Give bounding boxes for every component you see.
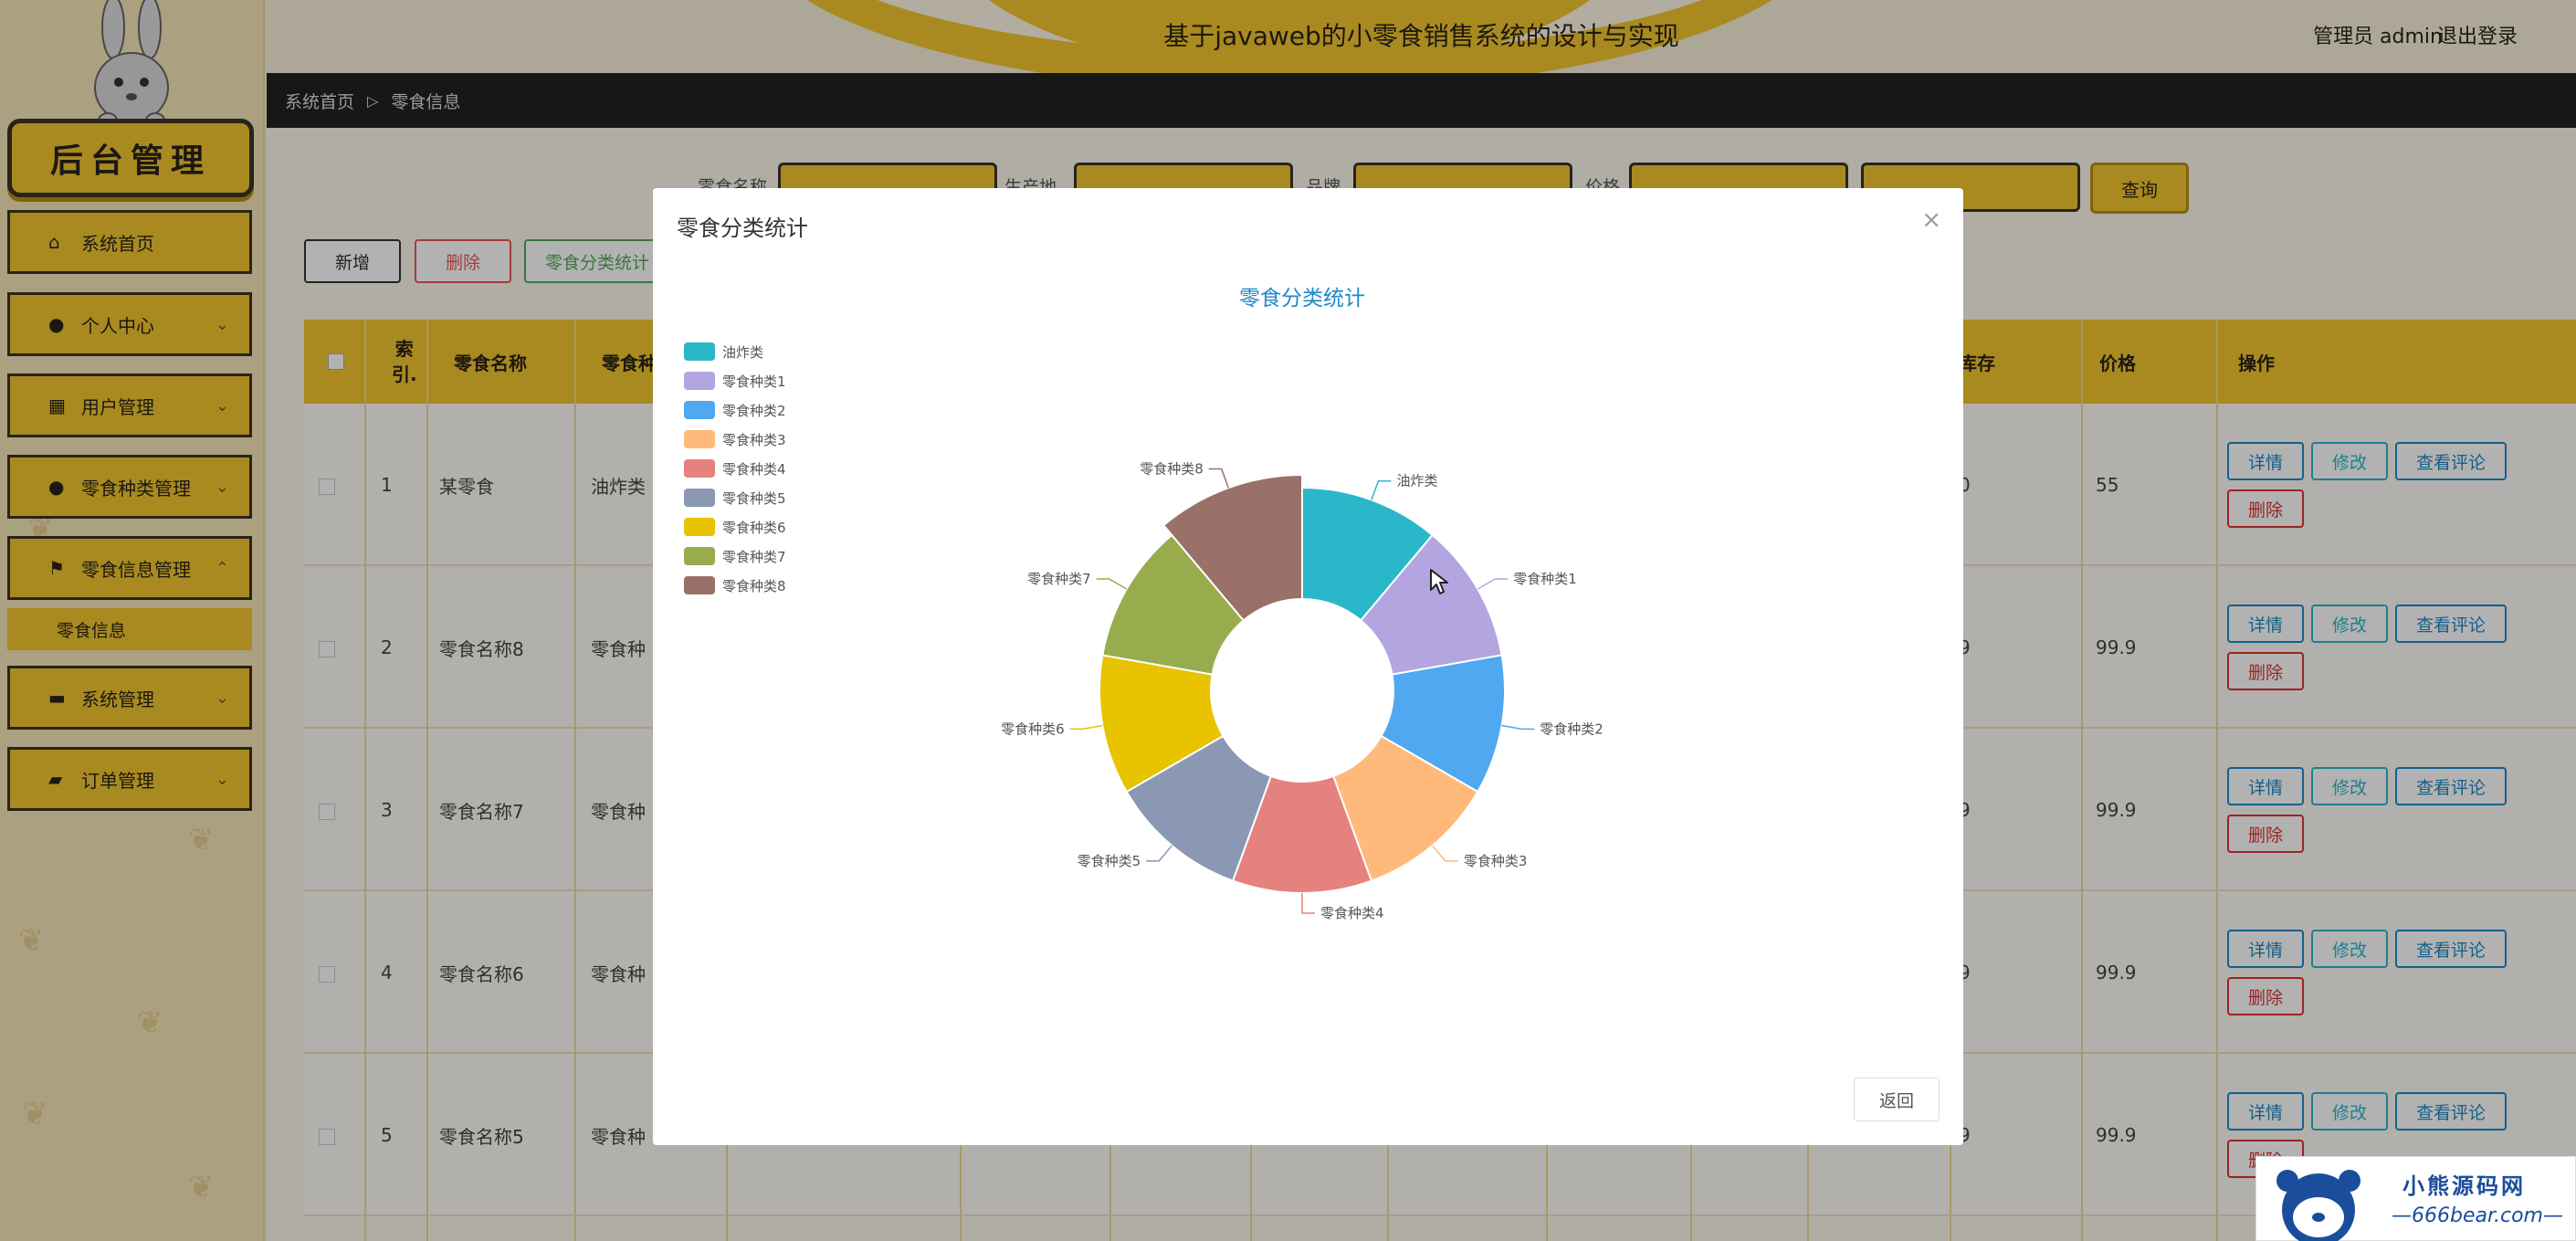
legend-label[interactable]: 零食种类7 bbox=[722, 549, 786, 565]
legend-swatch[interactable] bbox=[684, 576, 715, 594]
legend-swatch[interactable] bbox=[684, 489, 715, 507]
label-leader-line bbox=[1208, 468, 1229, 489]
chart-slices bbox=[1099, 473, 1506, 894]
chart-legend: 油炸类零食种类1 零食种类2 零食种类3 零食种类4 零食种类5 零食种类6 零食种类7 零食… bbox=[684, 342, 786, 594]
watermark-url: —666bear.com— bbox=[2392, 1204, 2563, 1227]
legend-swatch[interactable] bbox=[684, 372, 715, 390]
close-icon[interactable]: × bbox=[1921, 206, 1941, 234]
slice-label: 零食种类8 bbox=[1140, 461, 1204, 478]
slice-label: 零食种类7 bbox=[1027, 571, 1091, 587]
watermark: 小熊源码网 —666bear.com— bbox=[2255, 1156, 2576, 1241]
legend-label[interactable]: 零食种类8 bbox=[722, 578, 786, 594]
legend-label[interactable]: 油炸类 bbox=[722, 344, 763, 361]
label-leader-line bbox=[1501, 724, 1535, 731]
chart-title: 零食分类统计 bbox=[1239, 287, 1365, 310]
watermark-title: 小熊源码网 bbox=[2403, 1173, 2526, 1199]
legend-label[interactable]: 零食种类5 bbox=[722, 490, 786, 507]
return-button[interactable]: 返回 bbox=[1854, 1078, 1940, 1121]
label-leader-line bbox=[1301, 893, 1315, 914]
stats-dialog: 零食分类统计 × 零食分类统计 油炸类 零食种类1 零食种类2 零食种类3 零食种类4 零… bbox=[653, 188, 1963, 1145]
slice-label: 零食种类6 bbox=[1001, 720, 1065, 737]
slice-label: 零食种类2 bbox=[1540, 720, 1603, 737]
mouse-cursor-icon bbox=[1430, 569, 1448, 594]
label-leader-line bbox=[1477, 578, 1509, 590]
pie-chart: 零食分类统计 油炸类零食种类1零食种类2零食种类3零食种类4零食种类5零食种类6… bbox=[684, 287, 1603, 921]
legend-swatch[interactable] bbox=[684, 342, 715, 361]
slice-label: 零食种类5 bbox=[1078, 853, 1141, 869]
label-leader-line bbox=[1146, 845, 1172, 862]
slice-label: 零食种类4 bbox=[1320, 905, 1384, 921]
slice-label: 零食种类3 bbox=[1464, 853, 1528, 869]
legend-label[interactable]: 零食种类3 bbox=[722, 432, 786, 448]
legend-swatch[interactable] bbox=[684, 547, 715, 565]
label-leader-line bbox=[1096, 578, 1128, 590]
legend-label[interactable]: 零食种类4 bbox=[722, 461, 786, 478]
slice-label: 零食种类1 bbox=[1513, 571, 1577, 587]
legend-swatch[interactable] bbox=[684, 401, 715, 419]
label-leader-line bbox=[1432, 845, 1458, 862]
bear-logo-icon bbox=[2276, 1170, 2360, 1241]
slice-label: 油炸类 bbox=[1396, 473, 1437, 489]
legend-label[interactable]: 零食种类2 bbox=[722, 403, 786, 419]
dialog-title: 零食分类统计 bbox=[677, 216, 808, 241]
legend-label[interactable]: 零食种类1 bbox=[722, 373, 786, 390]
legend-swatch[interactable] bbox=[684, 518, 715, 536]
label-leader-line bbox=[1069, 724, 1103, 731]
label-leader-line bbox=[1371, 479, 1392, 500]
legend-label[interactable]: 零食种类6 bbox=[722, 520, 786, 536]
legend-swatch[interactable] bbox=[684, 459, 715, 478]
legend-swatch[interactable] bbox=[684, 430, 715, 448]
